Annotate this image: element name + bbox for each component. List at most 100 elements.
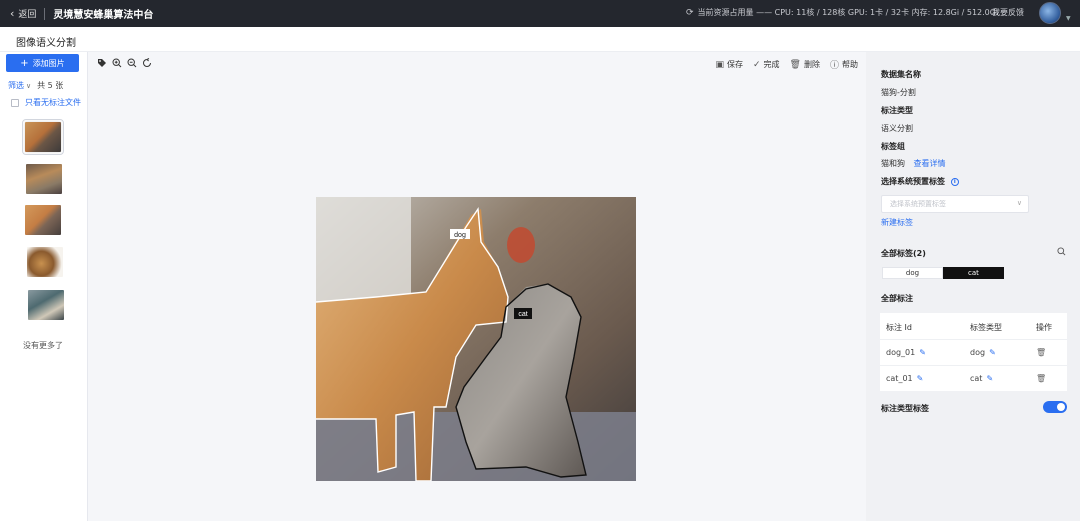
app-title: 灵境慧安蜂巢算法中台 <box>53 10 154 21</box>
type-label-toggle-heading: 标注类型标签 <box>881 404 929 413</box>
label-group-value: 猫和狗 <box>881 159 905 168</box>
resource-usage: ⟳ 当前资源占用量 —— CPU: 11核 / 128核 GPU: 1卡 / 3… <box>686 7 998 18</box>
trash-icon[interactable]: 🗑 <box>1036 374 1046 383</box>
chevron-left-icon: ‹ <box>10 7 15 20</box>
add-image-label: 添加图片 <box>32 58 65 68</box>
chevron-down-icon[interactable]: ∨ <box>26 82 31 90</box>
save-button[interactable]: ▣ 保存 <box>715 59 743 70</box>
annotation-id-cell: dog_01 ✎ <box>886 348 926 357</box>
page-title: 图像语义分割 <box>16 38 76 49</box>
all-labels-heading: 全部标签(2) <box>881 249 926 258</box>
search-icon[interactable] <box>1057 247 1066 259</box>
zoom-in-icon[interactable] <box>111 57 122 68</box>
actions-cell: 🗑 <box>1036 348 1046 357</box>
trash-icon: 🗑 <box>789 59 801 70</box>
thumbnail-4[interactable] <box>27 247 63 277</box>
refresh-icon[interactable]: ⟳ <box>686 8 694 18</box>
red-object <box>507 227 535 263</box>
unmarked-only-checkbox[interactable]: 只看无标注文件 <box>11 97 81 108</box>
label-type-cell: dog ✎ <box>970 348 996 357</box>
dog-label: dog <box>454 232 466 239</box>
annotation-type-heading: 标注类型 <box>881 106 913 115</box>
sub-header: 图像语义分割 <box>0 27 1080 52</box>
tag-tool-icon[interactable] <box>96 57 107 68</box>
edit-icon[interactable]: ✎ <box>919 348 926 357</box>
tag-cat[interactable]: cat <box>943 267 1004 279</box>
annotation-id: cat_01 <box>886 374 913 383</box>
done-button[interactable]: ✓ 完成 <box>753 59 780 70</box>
delete-label: 删除 <box>803 60 820 69</box>
toggle-knob <box>1057 403 1065 411</box>
caret-down-icon[interactable]: ▼ <box>1066 15 1071 22</box>
annotation-type-value: 语义分割 <box>881 124 913 133</box>
help-button[interactable]: ⓘ 帮助 <box>830 58 858 71</box>
top-bar: ‹ 返回 灵境慧安蜂巢算法中台 ⟳ 当前资源占用量 —— CPU: 11核 / … <box>0 0 1080 27</box>
thumbnail-1[interactable] <box>22 119 64 155</box>
label-group-row: 猫和狗 查看详情 <box>881 158 946 169</box>
image-list-panel: + 添加图片 筛选 ∨ 共 5 张 只看无标注文件 没有更多了 <box>0 52 88 521</box>
dataset-name-heading: 数据集名称 <box>881 70 921 79</box>
edit-icon[interactable]: ✎ <box>986 374 993 383</box>
tag-dog[interactable]: dog <box>882 267 943 279</box>
avatar[interactable] <box>1039 2 1061 24</box>
label-group-heading: 标签组 <box>881 142 905 151</box>
annotations-table: 标注 Id 标签类型 操作 dog_01 ✎ dog ✎ 🗑 cat_01 ✎ … <box>880 313 1067 391</box>
label-type: dog <box>970 348 986 357</box>
add-image-button[interactable]: + 添加图片 <box>6 54 79 72</box>
view-details-link[interactable]: 查看详情 <box>914 159 946 168</box>
column-header-id: 标注 Id <box>886 323 912 332</box>
properties-panel: 数据集名称 猫狗-分割 标注类型 语义分割 标签组 猫和狗 查看详情 选择系统预… <box>866 52 1080 521</box>
system-preset-heading: 选择系统预置标签 <box>881 177 945 186</box>
done-label: 完成 <box>763 60 780 69</box>
type-label-toggle[interactable] <box>1043 401 1067 413</box>
cat-label: cat <box>518 311 527 318</box>
thumbnail-5[interactable] <box>28 290 64 320</box>
edit-icon[interactable]: ✎ <box>989 348 996 357</box>
zoom-out-icon[interactable] <box>126 57 137 68</box>
save-label: 保存 <box>727 60 743 69</box>
system-preset-heading-row: 选择系统预置标签 i <box>881 176 959 187</box>
check-icon: ✓ <box>753 59 761 70</box>
label-type-cell: cat ✎ <box>970 374 993 383</box>
info-icon[interactable]: i <box>950 177 959 186</box>
system-preset-select[interactable]: 选择系统预置标签 ∨ <box>881 195 1029 213</box>
label-type: cat <box>970 374 983 383</box>
save-icon: ▣ <box>715 59 724 70</box>
divider <box>44 7 46 20</box>
chevron-down-icon: ∨ <box>1016 199 1022 207</box>
resource-usage-text: 当前资源占用量 —— CPU: 11核 / 128核 GPU: 1卡 / 32卡… <box>697 8 999 17</box>
column-header-type: 标签类型 <box>970 323 1002 332</box>
canvas-actions: ▣ 保存 ✓ 完成 🗑 删除 ⓘ 帮助 <box>715 58 858 72</box>
annotation-id-cell: cat_01 ✎ <box>886 374 923 383</box>
canvas-area[interactable]: ▣ 保存 ✓ 完成 🗑 删除 ⓘ 帮助 dog cat <box>88 52 866 521</box>
annotated-image[interactable]: dog cat <box>316 197 636 481</box>
dataset-name-value: 猫狗-分割 <box>881 88 916 97</box>
new-label-link[interactable]: 新建标签 <box>881 217 913 228</box>
table-row: dog_01 ✎ dog ✎ 🗑 <box>880 339 1067 365</box>
image-count: 共 5 张 <box>37 81 64 90</box>
system-preset-placeholder: 选择系统预置标签 <box>890 200 946 208</box>
back-label: 返回 <box>18 10 37 20</box>
canvas-tools <box>96 57 152 68</box>
all-annotations-heading: 全部标注 <box>881 294 913 303</box>
thumbnail-3[interactable] <box>25 205 61 235</box>
plus-icon: + <box>20 57 29 69</box>
table-row: cat_01 ✎ cat ✎ 🗑 <box>880 365 1067 391</box>
thumbnail-2[interactable] <box>26 164 62 194</box>
annotation-id: dog_01 <box>886 348 916 357</box>
help-icon: ⓘ <box>829 61 839 71</box>
back-button[interactable]: ‹ 返回 <box>0 7 36 20</box>
filter-row: 筛选 ∨ 共 5 张 <box>8 80 63 91</box>
edit-icon[interactable]: ✎ <box>917 374 924 383</box>
trash-icon[interactable]: 🗑 <box>1036 348 1046 357</box>
column-header-actions: 操作 <box>1036 323 1052 332</box>
filter-dropdown[interactable]: 筛选 <box>8 80 24 91</box>
delete-button[interactable]: 🗑 删除 <box>790 59 820 70</box>
help-label: 帮助 <box>842 60 858 69</box>
no-more-label: 没有更多了 <box>23 341 63 350</box>
actions-cell: 🗑 <box>1036 374 1046 383</box>
checkbox-box[interactable] <box>11 98 19 107</box>
reset-icon[interactable] <box>141 57 152 68</box>
unmarked-only-label: 只看无标注文件 <box>25 98 81 107</box>
feedback-link[interactable]: 我要反馈 <box>992 7 1024 18</box>
